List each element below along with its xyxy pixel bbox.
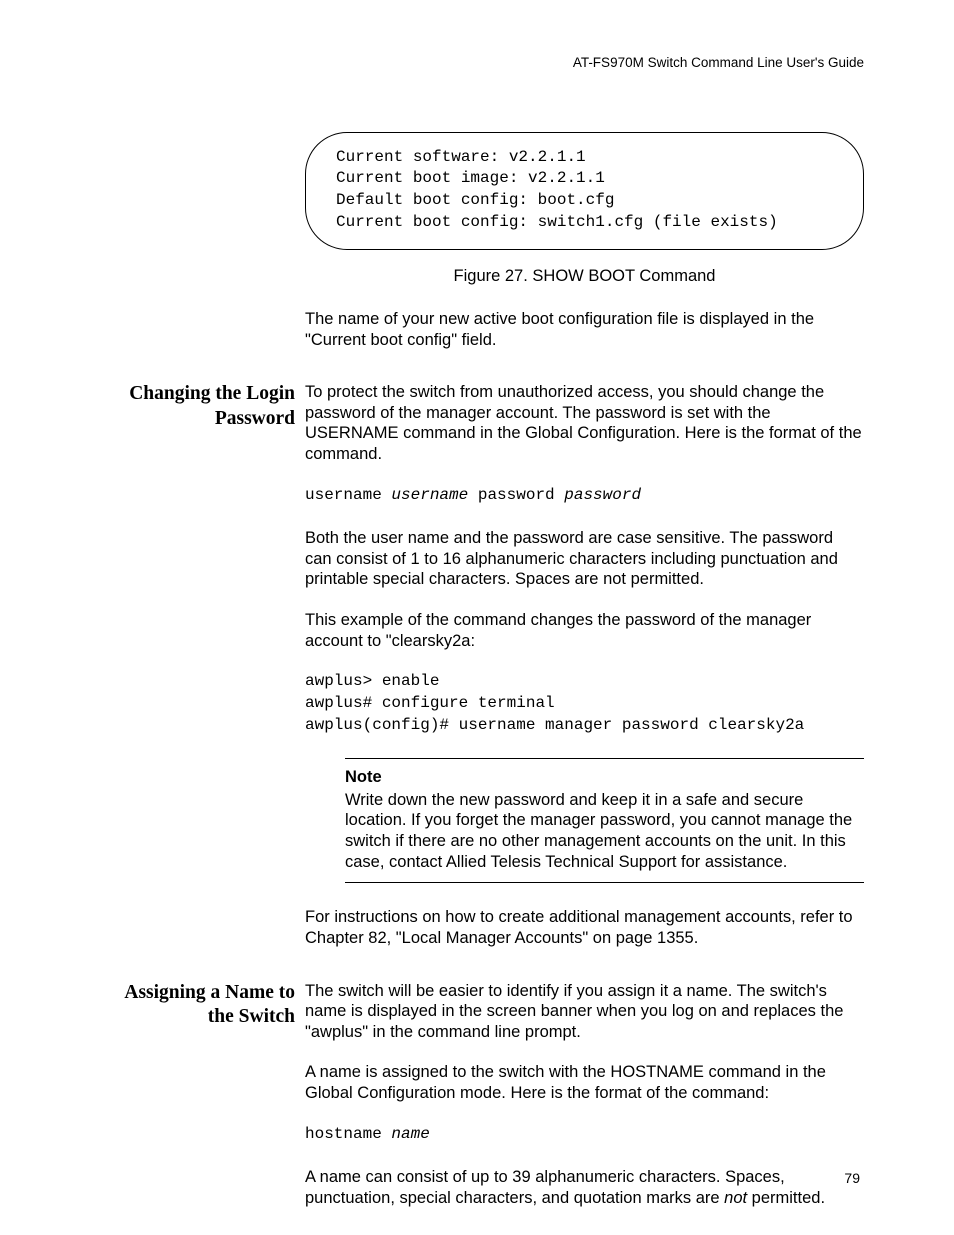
section-changing-login-password: Changing the Login Password To protect t… — [305, 382, 864, 948]
body-paragraph: The switch will be easier to identify if… — [305, 981, 864, 1043]
code-line: Current boot config: switch1.cfg (file e… — [336, 213, 778, 231]
code-line: Current boot image: v2.2.1.1 — [336, 169, 605, 187]
emphasis: not — [724, 1189, 747, 1207]
cmd-text: username — [305, 486, 391, 504]
cmd-variable: password — [564, 486, 641, 504]
code-line: Default boot config: boot.cfg — [336, 191, 614, 209]
cmd-text: password — [468, 486, 564, 504]
cmd-variable: name — [391, 1125, 429, 1143]
note-body: Write down the new password and keep it … — [345, 790, 864, 873]
body-paragraph: A name is assigned to the switch with th… — [305, 1062, 864, 1103]
note-title: Note — [345, 767, 864, 788]
side-heading: Changing the Login Password — [105, 382, 295, 431]
section-assigning-name: Assigning a Name to the Switch The switc… — [305, 981, 864, 1209]
figure-caption: Figure 27. SHOW BOOT Command — [305, 266, 864, 287]
code-line: awplus# configure terminal — [305, 694, 555, 712]
text-run: A name can consist of up to 39 alphanume… — [305, 1168, 785, 1207]
body-paragraph: The name of your new active boot configu… — [305, 309, 864, 350]
code-line: awplus(config)# username manager passwor… — [305, 716, 804, 734]
cmd-variable: username — [391, 486, 468, 504]
cmd-text: hostname — [305, 1125, 391, 1143]
code-output-box: Current software: v2.2.1.1 Current boot … — [305, 132, 864, 250]
note-box: Note Write down the new password and kee… — [345, 758, 864, 883]
body-paragraph: This example of the command changes the … — [305, 610, 864, 651]
command-format: username username password password — [305, 485, 864, 507]
body-paragraph: For instructions on how to create additi… — [305, 907, 864, 948]
command-format: hostname name — [305, 1124, 864, 1146]
code-line: awplus> enable — [305, 672, 439, 690]
side-heading: Assigning a Name to the Switch — [105, 981, 295, 1030]
running-header: AT-FS970M Switch Command Line User's Gui… — [110, 55, 864, 72]
body-paragraph: To protect the switch from unauthorized … — [305, 382, 864, 465]
text-run: permitted. — [747, 1189, 825, 1207]
body-paragraph: Both the user name and the password are … — [305, 528, 864, 590]
body-paragraph: A name can consist of up to 39 alphanume… — [305, 1167, 864, 1208]
code-line: Current software: v2.2.1.1 — [336, 148, 586, 166]
command-example: awplus> enable awplus# configure termina… — [305, 671, 864, 736]
page-number: 79 — [844, 1170, 860, 1188]
